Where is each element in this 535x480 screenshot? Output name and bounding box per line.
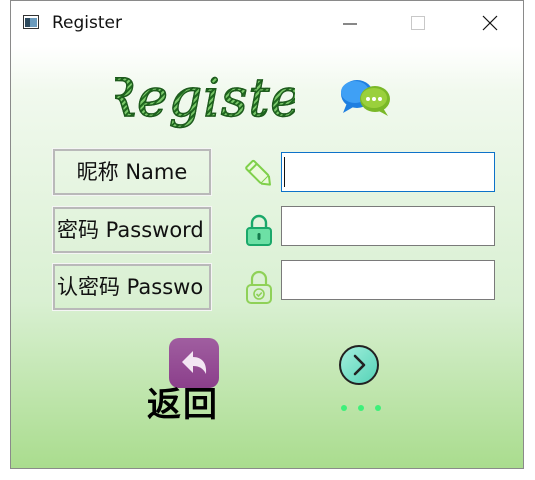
nickname-label: 昵称 Name — [52, 148, 212, 196]
confirm-password-label-text: 认密码 Passwo — [57, 275, 204, 299]
confirm-password-input[interactable] — [281, 260, 495, 300]
password-label-text: 密码 Password — [57, 218, 204, 242]
maximize-button[interactable] — [395, 1, 441, 45]
back-label[interactable]: 返回 — [147, 377, 219, 426]
nickname-input[interactable] — [281, 152, 495, 192]
register-window: Register Registe — [10, 0, 524, 469]
password-label: 密码 Password — [52, 206, 212, 254]
chevron-right-circle-icon — [339, 345, 379, 385]
lock-check-icon — [243, 269, 275, 304]
minimize-button[interactable] — [327, 1, 373, 45]
confirm-password-label: 认密码 Passwo — [52, 263, 212, 311]
password-input[interactable] — [281, 206, 495, 246]
minimize-icon — [343, 23, 357, 25]
maximize-icon — [411, 16, 425, 30]
close-button[interactable] — [467, 1, 513, 45]
text-caret — [284, 157, 285, 187]
register-banner: Registe — [115, 71, 295, 129]
close-icon — [482, 15, 498, 31]
pencil-icon — [243, 156, 275, 190]
dots-icon — [339, 397, 385, 411]
next-button[interactable] — [338, 344, 380, 386]
window-icon — [23, 14, 39, 30]
lock-icon — [243, 213, 275, 247]
window-title: Register — [52, 13, 122, 33]
banner-text: Registe — [115, 71, 295, 129]
nickname-label-text: 昵称 Name — [76, 160, 188, 184]
title-bar[interactable]: Register — [11, 1, 523, 45]
chat-bubbles-icon — [339, 77, 391, 117]
